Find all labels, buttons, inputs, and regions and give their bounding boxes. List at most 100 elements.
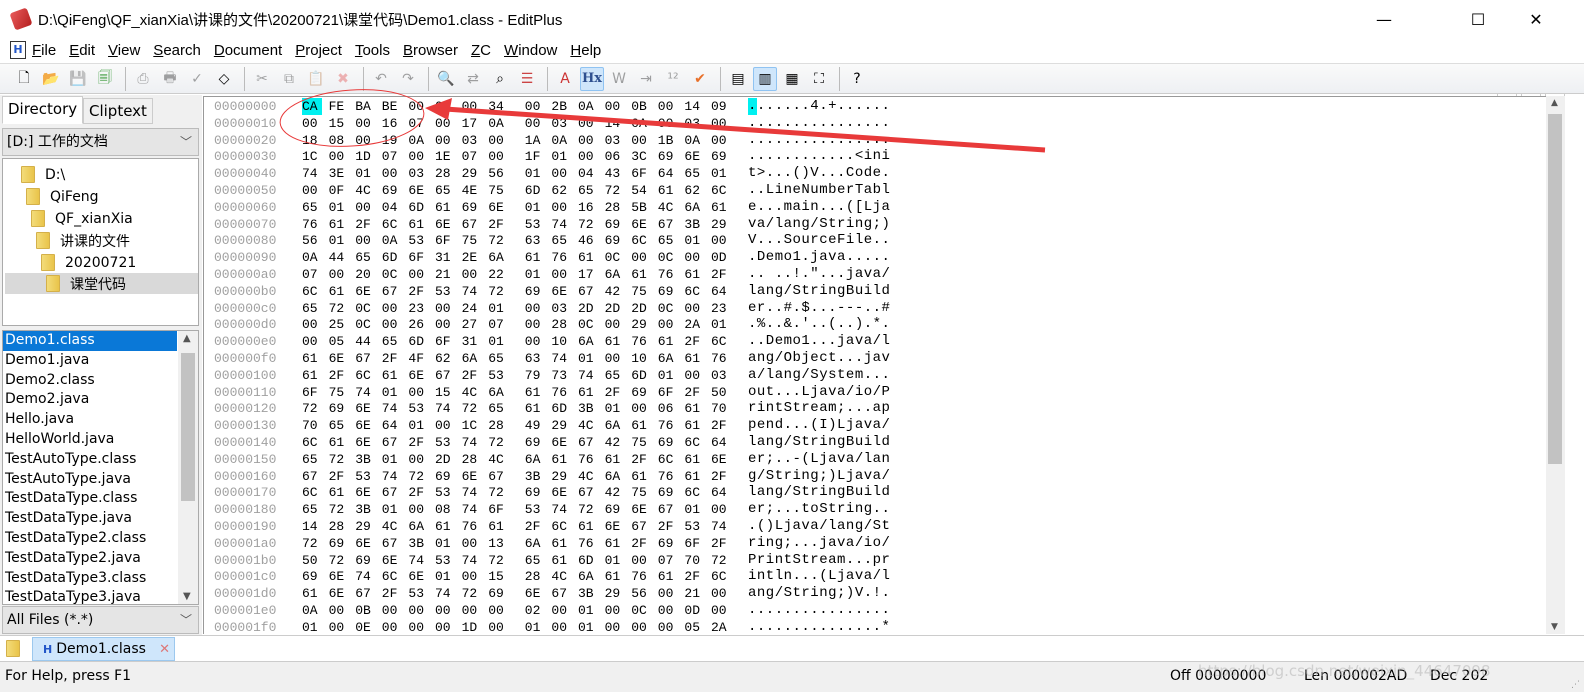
hex-byte[interactable]: 02 bbox=[525, 602, 545, 619]
hex-byte[interactable]: 65 bbox=[435, 182, 455, 199]
hex-byte[interactable]: 74 bbox=[382, 468, 402, 485]
line-numbers-icon[interactable]: ¹² bbox=[661, 67, 685, 91]
print-preview-icon[interactable]: ⎙ bbox=[131, 67, 155, 91]
hex-byte[interactable]: 4F bbox=[408, 350, 428, 367]
hex-byte[interactable]: 61 bbox=[525, 249, 545, 266]
hex-byte[interactable]: 23 bbox=[711, 300, 731, 317]
hex-ascii[interactable]: intln...(Ljava/l bbox=[748, 568, 890, 585]
hex-byte[interactable]: 00 bbox=[525, 316, 545, 333]
hex-byte[interactable]: 00 bbox=[488, 619, 508, 634]
hex-byte[interactable]: 6C bbox=[684, 484, 704, 501]
hex-byte[interactable]: 61 bbox=[435, 518, 455, 535]
tab-directory[interactable]: Directory bbox=[2, 96, 84, 124]
hex-byte[interactable]: 63 bbox=[525, 350, 545, 367]
hex-byte[interactable]: 53 bbox=[435, 552, 455, 569]
hex-byte[interactable]: 43 bbox=[605, 165, 625, 182]
cliptext-window-icon[interactable]: ▦ bbox=[780, 67, 804, 91]
hex-byte[interactable]: 00 bbox=[631, 249, 651, 266]
hex-byte[interactable]: 6F bbox=[684, 535, 704, 552]
hex-byte[interactable]: 1C bbox=[462, 417, 482, 434]
hex-byte[interactable]: 01 bbox=[408, 417, 428, 434]
hex-byte[interactable]: 67 bbox=[578, 434, 598, 451]
hex-byte[interactable]: 67 bbox=[551, 585, 571, 602]
hex-byte[interactable]: 61 bbox=[302, 367, 322, 384]
hex-byte[interactable]: 2F bbox=[711, 266, 731, 283]
hex-byte[interactable]: 24 bbox=[462, 300, 482, 317]
minimize-button[interactable]: — bbox=[1356, 0, 1412, 38]
hex-byte[interactable]: 28 bbox=[488, 417, 508, 434]
hex-byte[interactable]: 2F bbox=[711, 535, 731, 552]
hex-byte[interactable]: 6E bbox=[355, 535, 375, 552]
hex-byte[interactable]: 00 bbox=[462, 266, 482, 283]
hex-byte[interactable]: 06 bbox=[605, 148, 625, 165]
hex-byte[interactable]: 00 bbox=[329, 619, 349, 634]
hex-byte[interactable]: 75 bbox=[631, 283, 651, 300]
hex-byte[interactable]: 72 bbox=[462, 585, 482, 602]
hex-byte[interactable]: 72 bbox=[488, 484, 508, 501]
file-list-item[interactable]: Demo1.java bbox=[3, 351, 177, 371]
hex-byte[interactable]: 2F bbox=[684, 384, 704, 401]
hex-byte[interactable]: 2F bbox=[408, 434, 428, 451]
hex-byte[interactable]: 76 bbox=[631, 333, 651, 350]
hex-byte[interactable]: 2F bbox=[408, 283, 428, 300]
hex-byte[interactable]: 46 bbox=[578, 232, 598, 249]
menu-search[interactable]: Search bbox=[153, 42, 201, 59]
hex-byte[interactable]: 6E bbox=[605, 518, 625, 535]
hex-byte[interactable]: 6D bbox=[578, 552, 598, 569]
hex-byte[interactable]: 03 bbox=[551, 300, 571, 317]
hex-ascii[interactable]: ring;...java/io/ bbox=[748, 535, 890, 552]
hex-byte[interactable]: 6D bbox=[551, 400, 571, 417]
hex-byte[interactable]: 56 bbox=[302, 232, 322, 249]
hex-byte[interactable]: 74 bbox=[462, 501, 482, 518]
hex-byte[interactable]: 31 bbox=[435, 249, 455, 266]
hex-byte[interactable]: 2D bbox=[435, 451, 455, 468]
folder-icon[interactable] bbox=[6, 640, 20, 657]
hex-byte[interactable]: 2F bbox=[631, 535, 651, 552]
hex-byte[interactable]: BA bbox=[355, 98, 375, 115]
hex-byte[interactable]: 42 bbox=[605, 434, 625, 451]
hex-byte[interactable]: 28 bbox=[551, 316, 571, 333]
hex-byte[interactable]: 6E bbox=[525, 585, 545, 602]
hex-byte[interactable]: 01 bbox=[382, 384, 402, 401]
hex-byte[interactable]: 69 bbox=[658, 283, 678, 300]
hex-byte[interactable]: 72 bbox=[488, 232, 508, 249]
hex-byte[interactable]: 53 bbox=[408, 400, 428, 417]
hex-byte[interactable]: 67 bbox=[462, 216, 482, 233]
hex-byte[interactable]: 75 bbox=[631, 434, 651, 451]
hex-byte[interactable]: 6C bbox=[684, 283, 704, 300]
hex-byte[interactable]: 53 bbox=[525, 501, 545, 518]
hex-byte[interactable]: 00 bbox=[605, 98, 625, 115]
hex-byte[interactable]: 6F bbox=[302, 384, 322, 401]
hex-byte[interactable]: 01 bbox=[605, 552, 625, 569]
hex-byte[interactable]: 2F bbox=[329, 367, 349, 384]
hex-byte[interactable]: 0E bbox=[355, 619, 375, 634]
hex-byte[interactable]: 49 bbox=[525, 417, 545, 434]
hex-byte[interactable]: 61 bbox=[525, 384, 545, 401]
hex-byte[interactable]: 6A bbox=[488, 384, 508, 401]
file-list-scroll-thumb[interactable] bbox=[181, 353, 195, 501]
hex-byte[interactable]: 04 bbox=[578, 165, 598, 182]
hex-byte[interactable]: 2F bbox=[605, 384, 625, 401]
hex-byte[interactable]: 72 bbox=[302, 535, 322, 552]
hex-byte[interactable]: 01 bbox=[435, 568, 455, 585]
hex-ascii[interactable]: ............<ini bbox=[748, 148, 890, 165]
hex-byte[interactable]: 74 bbox=[462, 283, 482, 300]
hex-byte[interactable]: 74 bbox=[551, 216, 571, 233]
hex-byte[interactable]: 54 bbox=[631, 182, 651, 199]
hex-byte[interactable]: 67 bbox=[631, 518, 651, 535]
hex-byte[interactable]: 06 bbox=[658, 400, 678, 417]
hex-byte[interactable]: 76 bbox=[711, 350, 731, 367]
hex-byte[interactable]: 72 bbox=[329, 501, 349, 518]
hex-byte[interactable]: 6A bbox=[488, 249, 508, 266]
file-list-item[interactable]: Demo1.class bbox=[3, 331, 177, 351]
hex-byte[interactable]: 0C bbox=[382, 266, 402, 283]
hex-byte[interactable]: 00 bbox=[684, 367, 704, 384]
hex-byte[interactable]: 70 bbox=[302, 417, 322, 434]
hex-byte[interactable]: 73 bbox=[551, 367, 571, 384]
hex-byte[interactable]: 13 bbox=[488, 535, 508, 552]
scroll-down-icon[interactable]: ▼ bbox=[183, 591, 191, 602]
hex-byte[interactable]: 1C bbox=[302, 148, 322, 165]
menu-view[interactable]: View bbox=[108, 42, 140, 59]
hex-byte[interactable]: 00 bbox=[488, 132, 508, 149]
hex-byte[interactable]: 2F bbox=[658, 518, 678, 535]
